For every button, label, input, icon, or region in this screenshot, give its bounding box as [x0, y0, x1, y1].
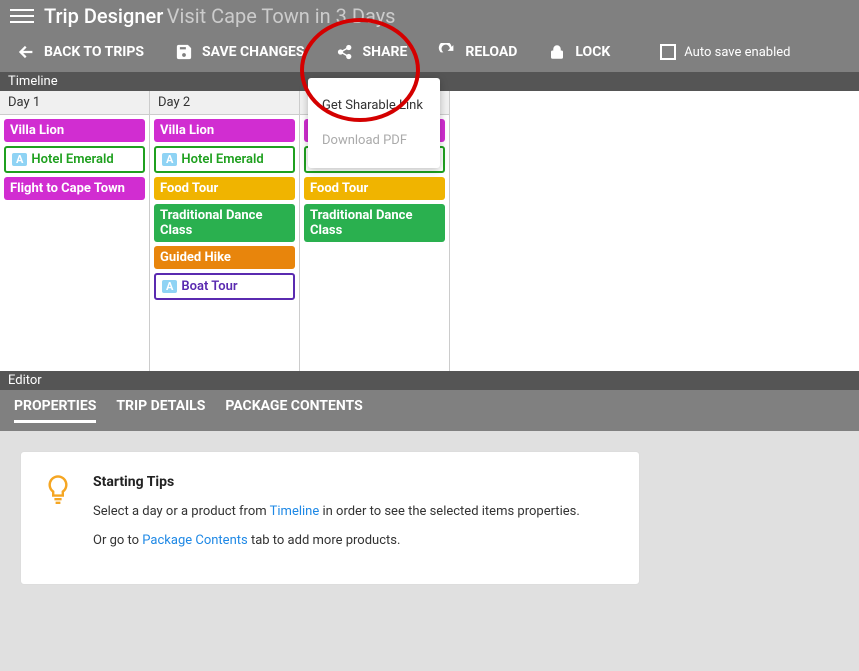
tips-heading: Starting Tips	[93, 474, 580, 490]
package-contents-link[interactable]: Package Contents	[142, 533, 247, 548]
share-dropdown: Get Sharable Link Download PDF	[308, 78, 440, 168]
hamburger-menu[interactable]	[10, 4, 34, 28]
card-label: Flight to Cape Town	[10, 181, 125, 196]
reload-icon	[437, 42, 457, 62]
card-tag: A	[162, 153, 177, 166]
lock-icon	[547, 42, 567, 62]
card-label: Villa Lion	[160, 123, 214, 138]
timeline-card[interactable]: Traditional Dance Class	[154, 204, 295, 242]
card-label: Villa Lion	[10, 123, 64, 138]
starting-tips-card: Starting Tips Select a day or a product …	[20, 451, 640, 585]
reload-button[interactable]: RELOAD	[437, 42, 517, 62]
download-pdf-item[interactable]: Download PDF	[308, 123, 440, 158]
arrow-left-icon	[16, 42, 36, 62]
lock-label: LOCK	[575, 44, 610, 60]
timeline-card[interactable]: Food Tour	[304, 177, 445, 200]
card-label: Food Tour	[160, 181, 218, 196]
card-label: Boat Tour	[181, 279, 237, 294]
card-tag: A	[12, 153, 27, 166]
autosave-label: Auto save enabled	[684, 45, 790, 60]
lightbulb-icon	[43, 474, 73, 562]
card-label: Guided Hike	[160, 250, 231, 265]
timeline-card[interactable]: Villa Lion	[4, 119, 145, 142]
timeline-card[interactable]: Flight to Cape Town	[4, 177, 145, 200]
card-label: Traditional Dance Class	[160, 208, 289, 238]
timeline-card[interactable]: A Boat Tour	[154, 273, 295, 300]
save-label: SAVE CHANGES	[202, 44, 304, 60]
timeline-card[interactable]: Traditional Dance Class	[304, 204, 445, 242]
card-label: Hotel Emerald	[181, 152, 263, 167]
day-header[interactable]: Day 2	[150, 91, 299, 115]
timeline-card[interactable]: A Hotel Emerald	[4, 146, 145, 173]
day-header[interactable]: Day 1	[0, 91, 149, 115]
lock-button[interactable]: LOCK	[547, 42, 610, 62]
trip-name: Visit Cape Town in 3 Days	[167, 4, 396, 28]
editor-section-label: Editor	[0, 371, 859, 390]
save-icon	[174, 42, 194, 62]
timeline-card[interactable]: Guided Hike	[154, 246, 295, 269]
timeline-card[interactable]: Villa Lion	[154, 119, 295, 142]
tips-line-1: Select a day or a product from Timeline …	[93, 504, 580, 519]
app-title: Trip Designer	[44, 4, 163, 28]
card-label: Traditional Dance Class	[310, 208, 439, 238]
reload-label: RELOAD	[465, 44, 517, 60]
share-button[interactable]: SHARE	[335, 42, 408, 62]
day-column[interactable]: Day 1 Villa Lion A Hotel Emerald Flight to C…	[0, 91, 150, 371]
timeline-card[interactable]: Food Tour	[154, 177, 295, 200]
timeline-link[interactable]: Timeline	[270, 504, 320, 519]
save-button[interactable]: SAVE CHANGES	[174, 42, 304, 62]
tab-package-contents[interactable]: PACKAGE CONTENTS	[225, 398, 362, 423]
autosave-checkbox[interactable]	[660, 44, 676, 60]
back-button[interactable]: BACK TO TRIPS	[16, 42, 144, 62]
editor-tabs: PROPERTIES TRIP DETAILS PACKAGE CONTENTS	[0, 390, 859, 431]
get-sharable-link-item[interactable]: Get Sharable Link	[308, 88, 440, 123]
share-label: SHARE	[363, 44, 408, 60]
tips-line-2: Or go to Package Contents tab to add mor…	[93, 533, 580, 548]
tab-properties[interactable]: PROPERTIES	[14, 398, 96, 423]
timeline-card[interactable]: A Hotel Emerald	[154, 146, 295, 173]
card-label: Food Tour	[310, 181, 368, 196]
tab-trip-details[interactable]: TRIP DETAILS	[116, 398, 205, 423]
share-icon	[335, 42, 355, 62]
day-column[interactable]: Day 2 Villa Lion A Hotel Emerald Food Tour Tr…	[150, 91, 300, 371]
back-label: BACK TO TRIPS	[44, 44, 144, 60]
card-tag: A	[162, 280, 177, 293]
card-label: Hotel Emerald	[31, 152, 113, 167]
